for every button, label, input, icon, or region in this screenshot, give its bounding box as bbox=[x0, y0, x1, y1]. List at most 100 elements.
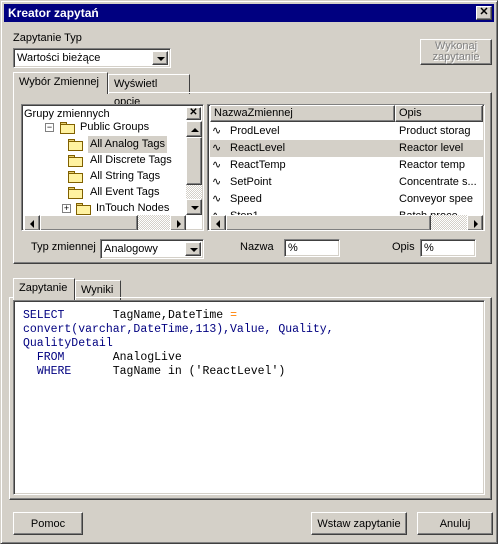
tag-row[interactable]: ∿ ReactTemp Reactor temp bbox=[210, 157, 483, 174]
description-filter-label: Opis bbox=[392, 241, 415, 253]
help-button-label: Pomoc bbox=[30, 518, 66, 530]
chevron-down-icon bbox=[190, 248, 198, 252]
tag-description: Conveyor spee bbox=[399, 193, 473, 205]
tree-scroll-left-button[interactable] bbox=[24, 215, 40, 230]
sql-text-fragment: AnalogLive bbox=[64, 351, 182, 364]
query-type-combo[interactable]: Wartości bieżące bbox=[13, 48, 171, 68]
tab-tag-selection-label: Wybór Zmiennej bbox=[19, 76, 99, 88]
query-type-label: Zapytanie Typ bbox=[13, 32, 82, 44]
query-type-dropdown-button[interactable] bbox=[152, 51, 168, 65]
tag-type-value: Analogowy bbox=[104, 243, 158, 255]
arrow-left-icon bbox=[216, 220, 220, 228]
sql-text[interactable]: SELECT TagName,DateTime = convert(varchar… bbox=[23, 309, 473, 379]
folder-icon bbox=[68, 187, 84, 199]
query-type-value: Wartości bieżące bbox=[17, 52, 101, 64]
tag-name: Speed bbox=[230, 193, 262, 205]
insert-query-button[interactable]: Wstaw zapytanie bbox=[311, 512, 407, 535]
query-builder-dialog: Kreator zapytań ✕ Zapytanie Typ Wartości… bbox=[0, 0, 498, 544]
folder-icon bbox=[68, 155, 84, 167]
sql-line: QualityDetail bbox=[23, 337, 113, 350]
column-header-description[interactable]: Opis bbox=[395, 105, 483, 122]
sql-editor[interactable]: SELECT TagName,DateTime = convert(varchar… bbox=[13, 300, 485, 495]
analog-wave-icon: ∿ bbox=[212, 193, 222, 205]
tab-display-options[interactable]: Wyświetl opcje bbox=[108, 74, 190, 108]
tab-tag-selection[interactable]: Wybór Zmiennej bbox=[13, 72, 108, 94]
tree-item-label: Public Groups bbox=[80, 121, 150, 133]
name-filter-input[interactable]: % bbox=[284, 239, 340, 257]
expand-icon[interactable]: + bbox=[62, 204, 71, 213]
tree-scroll-down-button[interactable] bbox=[186, 199, 202, 215]
analog-wave-icon: ∿ bbox=[212, 159, 222, 171]
tag-name: ReactTemp bbox=[230, 159, 286, 171]
analog-wave-icon: ∿ bbox=[212, 142, 222, 154]
arrow-right-icon bbox=[474, 220, 478, 228]
tab-query[interactable]: Zapytanie bbox=[13, 278, 75, 300]
cancel-button[interactable]: Anuluj bbox=[417, 512, 493, 535]
sql-line: convert(varchar,DateTime,113),Value, Qua… bbox=[23, 323, 334, 336]
tag-row-selected[interactable]: ∿ ReactLevel Reactor level bbox=[210, 140, 483, 157]
tree-scroll-up-button[interactable] bbox=[186, 121, 202, 137]
tree-item-label: All String Tags bbox=[90, 170, 161, 182]
tag-description: Reactor level bbox=[399, 142, 464, 154]
folder-icon bbox=[76, 203, 92, 215]
sql-text-fragment: TagName in ('ReactLevel') bbox=[71, 365, 286, 378]
tag-name: SetPoint bbox=[230, 176, 272, 188]
tag-type-dropdown-button[interactable] bbox=[185, 242, 201, 256]
tree-item-label: All Event Tags bbox=[90, 186, 160, 198]
tag-name: ProdLevel bbox=[230, 125, 280, 137]
title-bar: Kreator zapytań ✕ bbox=[4, 4, 494, 22]
tag-type-label: Typ zmiennej bbox=[31, 241, 96, 253]
close-icon: ✕ bbox=[189, 107, 198, 118]
tree-hscroll-thumb[interactable] bbox=[40, 215, 138, 230]
arrow-right-icon bbox=[177, 220, 181, 228]
sql-keyword: SELECT bbox=[23, 309, 65, 322]
tag-row[interactable]: ∿ SetPoint Concentrate s... bbox=[210, 174, 483, 191]
tree-item-label: All Discrete Tags bbox=[90, 154, 172, 166]
sql-operator: = bbox=[230, 309, 237, 322]
sql-line: WHERE TagName in ('ReactLevel') bbox=[23, 365, 473, 379]
column-header-tag-name[interactable]: NazwaZmiennej bbox=[210, 105, 395, 122]
tag-type-combo[interactable]: Analogowy bbox=[100, 239, 204, 259]
arrow-up-icon bbox=[191, 128, 199, 132]
tab-query-label: Zapytanie bbox=[19, 282, 68, 294]
collapse-icon[interactable]: − bbox=[45, 123, 54, 132]
taglist-scroll-left-button[interactable] bbox=[210, 215, 226, 230]
tag-row[interactable]: ∿ Speed Conveyor spee bbox=[210, 191, 483, 208]
tag-group-tree: Grupy zmiennych ✕ − Public Groups All An… bbox=[21, 104, 204, 231]
sql-text-fragment: TagName,DateTime bbox=[64, 309, 231, 322]
analog-wave-icon: ∿ bbox=[212, 176, 222, 188]
name-filter-value: % bbox=[288, 242, 298, 254]
description-filter-input[interactable]: % bbox=[420, 239, 476, 257]
tag-description: Product storag bbox=[399, 125, 471, 137]
taglist-scroll-right-button[interactable] bbox=[467, 215, 483, 230]
tree-scroll-right-button[interactable] bbox=[170, 215, 186, 230]
name-filter-label: Nazwa bbox=[240, 241, 274, 253]
tag-name: ReactLevel bbox=[230, 142, 286, 154]
help-button[interactable]: Pomoc bbox=[13, 512, 83, 535]
window-title: Kreator zapytań bbox=[8, 6, 99, 20]
arrow-down-icon bbox=[191, 206, 199, 210]
cancel-button-label: Anuluj bbox=[439, 518, 471, 530]
taglist-hscroll-thumb[interactable] bbox=[226, 215, 431, 230]
tag-list: NazwaZmiennej Opis ∿ ProdLevel Product s… bbox=[207, 104, 485, 231]
tag-description: Concentrate s... bbox=[399, 176, 477, 188]
execute-label-line2: zapytanie bbox=[432, 51, 480, 63]
tag-row[interactable]: ∿ ProdLevel Product storag bbox=[210, 123, 483, 140]
column-header-label: Opis bbox=[399, 107, 422, 119]
execute-query-button[interactable]: Wykonaj zapytanie bbox=[420, 39, 492, 65]
sql-line: FROM AnalogLive bbox=[23, 351, 473, 365]
insert-query-button-label: Wstaw zapytanie bbox=[317, 518, 401, 530]
arrow-left-icon bbox=[30, 220, 34, 228]
close-icon: ✕ bbox=[479, 6, 489, 18]
sql-keyword: FROM bbox=[23, 351, 65, 364]
tree-close-button[interactable]: ✕ bbox=[186, 107, 201, 120]
description-filter-value: % bbox=[424, 242, 434, 254]
sql-line: SELECT TagName,DateTime = bbox=[23, 309, 473, 323]
tab-results-label: Wyniki bbox=[81, 284, 114, 296]
close-button[interactable]: ✕ bbox=[476, 6, 492, 20]
tree-vscroll-thumb[interactable] bbox=[186, 137, 202, 185]
tag-description: Reactor temp bbox=[399, 159, 466, 171]
folder-open-icon bbox=[68, 139, 84, 151]
folder-icon bbox=[68, 171, 84, 183]
analog-wave-icon: ∿ bbox=[212, 125, 222, 137]
